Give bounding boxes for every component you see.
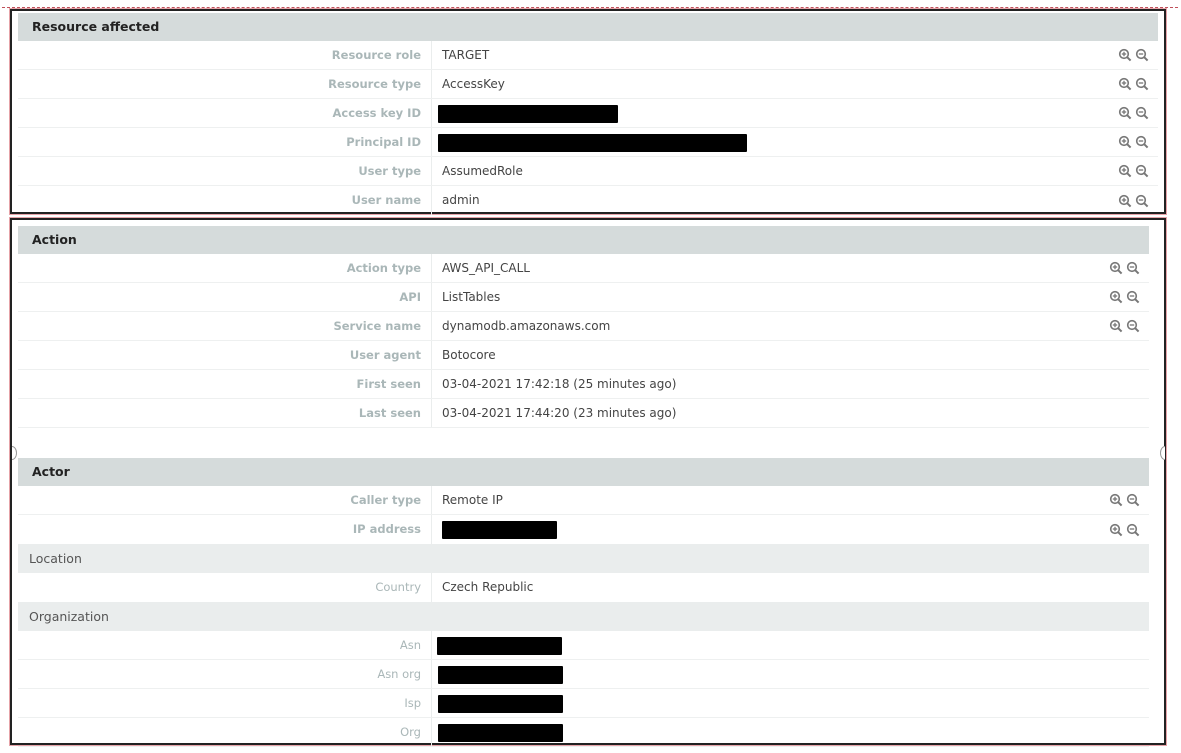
zoom-out-icon[interactable] [1135, 194, 1149, 208]
row-value: admin [442, 193, 480, 207]
redaction-bar [438, 104, 618, 123]
table-row-last-seen: Last seen 03-04-2021 17:44:20 (23 minute… [18, 399, 1149, 428]
section-header-action: Action [18, 226, 1149, 254]
table-row-user-type: User type AssumedRole [18, 157, 1158, 186]
row-value: dynamodb.amazonaws.com [442, 319, 611, 333]
redaction-bar [442, 520, 557, 539]
zoom-in-icon[interactable] [1118, 77, 1132, 91]
zoom-in-icon[interactable] [1118, 135, 1132, 149]
resize-handle-left[interactable] [12, 446, 17, 460]
table-row-asn: Asn [18, 631, 1149, 660]
row-key: First seen [18, 370, 432, 398]
row-key: User name [18, 186, 432, 215]
table-row-principal-id: Principal ID [18, 128, 1158, 157]
row-value: AccessKey [442, 77, 505, 91]
row-value-redacted [432, 99, 1098, 127]
zoom-out-icon[interactable] [1135, 77, 1149, 91]
redaction-bar [438, 723, 563, 742]
row-key: Service name [18, 312, 432, 340]
zoom-out-icon[interactable] [1135, 135, 1149, 149]
zoom-out-icon[interactable] [1126, 493, 1140, 507]
zoom-in-icon[interactable] [1109, 290, 1123, 304]
table-row-user-agent: User agent Botocore [18, 341, 1149, 370]
zoom-out-icon[interactable] [1126, 319, 1140, 333]
table-row-org: Org [18, 718, 1149, 747]
row-key: Asn org [18, 660, 432, 688]
table-row-service-name: Service name dynamodb.amazonaws.com [18, 312, 1149, 341]
table-row-action-type: Action type AWS_API_CALL [18, 254, 1149, 283]
zoom-out-icon[interactable] [1126, 261, 1140, 275]
row-value: Botocore [442, 348, 496, 362]
row-key: Access key ID [18, 99, 432, 127]
zoom-in-icon[interactable] [1109, 319, 1123, 333]
row-value-redacted [432, 631, 1089, 659]
section-header-resource: Resource affected [18, 13, 1158, 41]
zoom-in-icon[interactable] [1109, 523, 1123, 537]
table-row-asn-org: Asn org [18, 660, 1149, 689]
row-value-redacted [432, 128, 1098, 156]
row-value-redacted [432, 515, 1089, 544]
redaction-bar [438, 133, 747, 152]
table-row-ip-address: IP address [18, 515, 1149, 544]
resize-handle-right[interactable] [1160, 446, 1165, 460]
resource-affected-panel: Resource affected Resource role TARGET R… [2, 7, 1178, 215]
zoom-in-icon[interactable] [1109, 493, 1123, 507]
table-row-first-seen: First seen 03-04-2021 17:42:18 (25 minut… [18, 370, 1149, 399]
row-key: User type [18, 157, 432, 185]
table-row-caller-type: Caller type Remote IP [18, 486, 1149, 515]
redaction-bar [437, 636, 562, 655]
zoom-in-icon[interactable] [1118, 48, 1132, 62]
row-key: Country [18, 573, 432, 602]
row-value: Czech Republic [442, 580, 534, 594]
row-value: 03-04-2021 17:42:18 (25 minutes ago) [442, 377, 677, 391]
row-key: Caller type [18, 486, 432, 514]
row-value: Remote IP [442, 493, 503, 507]
zoom-out-icon[interactable] [1135, 106, 1149, 120]
row-value-redacted [432, 718, 1089, 746]
zoom-out-icon[interactable] [1126, 290, 1140, 304]
sub-header-organization: Organization [18, 602, 1149, 631]
row-key: Org [18, 718, 432, 746]
row-key: Resource role [18, 41, 432, 69]
zoom-in-icon[interactable] [1118, 194, 1132, 208]
row-key: Asn [18, 631, 432, 659]
row-key: User agent [18, 341, 432, 369]
zoom-in-icon[interactable] [1118, 164, 1132, 178]
row-value: AWS_API_CALL [442, 261, 530, 275]
row-key: Action type [18, 254, 432, 282]
zoom-out-icon[interactable] [1135, 48, 1149, 62]
table-row-resource-type: Resource type AccessKey [18, 70, 1158, 99]
row-key: IP address [18, 515, 432, 544]
row-value: ListTables [442, 290, 501, 304]
row-value: TARGET [442, 48, 490, 62]
redaction-bar [438, 694, 563, 713]
table-row-isp: Isp [18, 689, 1149, 718]
redaction-bar [438, 665, 563, 684]
zoom-out-icon[interactable] [1135, 164, 1149, 178]
zoom-out-icon[interactable] [1126, 523, 1140, 537]
row-key: Resource type [18, 70, 432, 98]
row-value: AssumedRole [442, 164, 523, 178]
zoom-in-icon[interactable] [1109, 261, 1123, 275]
table-row-user-name: User name admin [18, 186, 1158, 215]
sub-header-location: Location [18, 544, 1149, 573]
row-value: 03-04-2021 17:44:20 (23 minutes ago) [442, 406, 677, 420]
zoom-in-icon[interactable] [1118, 106, 1132, 120]
row-value-redacted [432, 689, 1089, 717]
row-key: Last seen [18, 399, 432, 427]
section-header-actor: Actor [18, 458, 1149, 486]
row-key: API [18, 283, 432, 311]
row-key: Principal ID [18, 128, 432, 156]
row-key: Isp [18, 689, 432, 717]
table-row-api: API ListTables [18, 283, 1149, 312]
table-row-access-key-id: Access key ID [18, 99, 1158, 128]
table-row-resource-role: Resource role TARGET [18, 41, 1158, 70]
action-actor-panel: Action Action type AWS_API_CALL API List… [10, 218, 1166, 747]
table-row-country: Country Czech Republic [18, 573, 1149, 602]
row-value-redacted [432, 660, 1089, 688]
